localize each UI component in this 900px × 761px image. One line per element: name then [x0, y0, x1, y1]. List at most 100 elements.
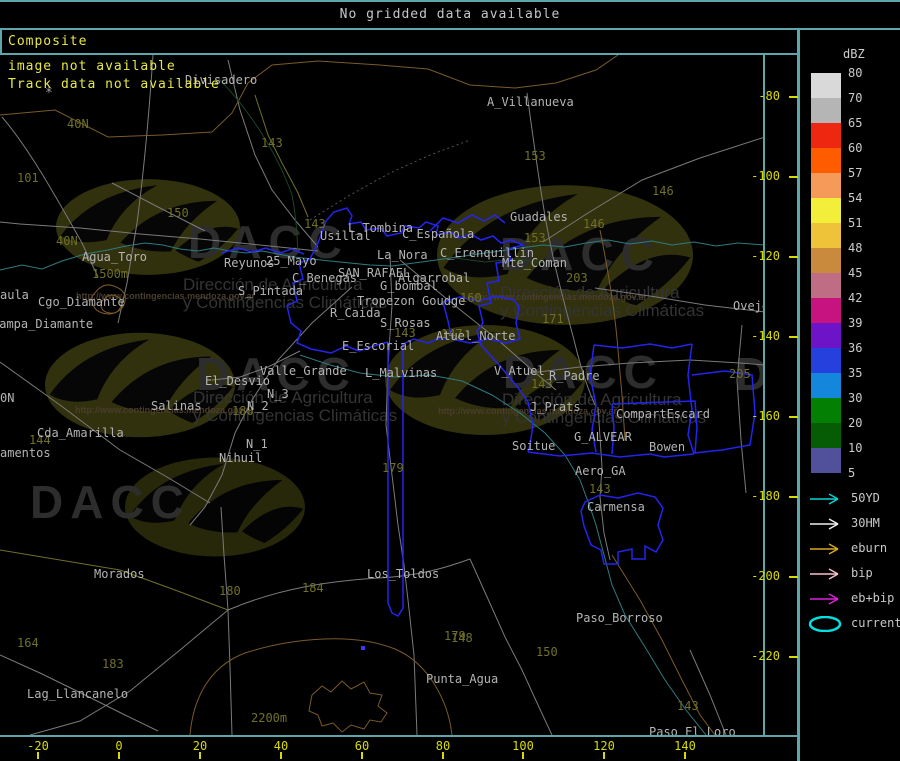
x-axis-tick-label: 0	[115, 739, 123, 753]
frame-under-title	[0, 28, 900, 30]
scale-swatch	[811, 148, 841, 173]
map-place-label: G_ALVEAR	[574, 430, 632, 444]
map-place-label: R_Padre	[549, 369, 600, 383]
map-place-label: C_Española	[402, 227, 475, 241]
map-place-label: Aero_GA	[575, 464, 626, 478]
route-number-label: 179	[382, 461, 404, 475]
map-place-label: Ovejeria	[733, 299, 765, 313]
legend-item-eburn: eburn	[800, 540, 900, 558]
map-place-label: Morados	[94, 567, 145, 581]
track-arrow-icon	[810, 518, 839, 530]
y-axis-tick-label: -220	[751, 649, 780, 663]
y-axis-tick-label: -200	[751, 569, 780, 583]
scale-value-label: 80	[848, 66, 863, 80]
route-number-label: 150	[167, 206, 189, 220]
route-number-label: 2200m	[251, 711, 288, 725]
scale-value-label: 60	[848, 141, 863, 155]
y-axis-tick-label: -80	[758, 89, 780, 103]
scale-swatch	[811, 173, 841, 198]
route-number-label: 153	[524, 231, 546, 245]
map-place-label: Los_Toldos	[367, 567, 440, 581]
map-place-label: N_3	[267, 387, 289, 401]
map-place-label: amentos	[0, 446, 51, 460]
x-axis-tick-label: 120	[593, 739, 615, 753]
map-place-label: 25_Mayo	[266, 254, 317, 268]
route-number-label: 1500m	[92, 267, 129, 281]
y-axis-tick-label: -180	[751, 489, 780, 503]
x-axis-tick-mark	[684, 752, 686, 759]
scale-value-label: 57	[848, 166, 863, 180]
scale-value-label: 51	[848, 216, 863, 230]
status-title-bar: No gridded data available	[0, 2, 900, 28]
map-place-label: Mte_Coman	[502, 256, 568, 270]
map-place-label: Carmensa	[587, 500, 645, 514]
scale-swatch	[811, 223, 841, 248]
route-number-label: 164	[17, 636, 39, 650]
status-title-text: No gridded data available	[339, 7, 561, 22]
scale-sidebar: dBZ 80 70 65 60 57 54 51 48 45 42 39 36 35 30 20 10 5 50Y…	[797, 30, 900, 761]
scale-value-label: 42	[848, 291, 863, 305]
x-axis-tick-label: 20	[192, 739, 208, 753]
scale-swatch	[811, 348, 841, 373]
map-place-label: Cda_Amarilla	[37, 426, 124, 440]
legend-item-50YD: 50YD	[800, 490, 900, 508]
legend-label: bip	[851, 566, 873, 580]
scale-swatch	[811, 98, 841, 123]
y-axis-tick-mark	[789, 96, 798, 98]
roads-gray	[0, 55, 765, 735]
y-axis-tick-mark	[789, 416, 798, 418]
route-number-label: 40N	[67, 117, 89, 131]
map-place-label: Agua_Toro	[82, 250, 148, 264]
x-axis-tick-label: 60	[354, 739, 370, 753]
scale-value-label: 54	[848, 191, 863, 205]
route-number-label: 150	[536, 645, 558, 659]
map-place-label: El_Desvio	[205, 374, 271, 388]
route-number-label: 148	[451, 631, 473, 645]
scale-value-label: 48	[848, 241, 863, 255]
scale-value-label: 30	[848, 391, 863, 405]
y-axis-tick-label: -160	[751, 409, 780, 423]
scale-swatch	[811, 448, 841, 473]
route-number-label: 180	[219, 584, 241, 598]
y-axis-tick-mark	[789, 256, 798, 258]
route-number-label: 153	[524, 149, 546, 163]
x-axis: -20 0 20 40 60 80 100 120 140	[0, 737, 797, 761]
radar-app-window: No gridded data available Composite imag…	[0, 0, 900, 761]
track-arrow-icon	[810, 493, 839, 505]
map-place-label: Paso_Borroso	[576, 611, 663, 625]
track-arrow-icon	[810, 543, 839, 555]
x-axis-tick-mark	[199, 752, 201, 759]
map-place-label: L_Malvinas	[365, 366, 438, 380]
scale-value-label: 5	[848, 466, 856, 480]
map-place-label: G_bombal	[380, 279, 438, 293]
track-not-available-message: Track data not available	[8, 77, 220, 92]
scale-swatch	[811, 248, 841, 273]
route-number-label: 203	[566, 271, 588, 285]
scale-swatch	[811, 423, 841, 448]
roads-tan	[0, 55, 716, 735]
legend-label: current	[851, 616, 900, 630]
map-place-label: Bowen	[649, 440, 686, 454]
mode-label[interactable]: Composite	[8, 34, 87, 49]
x-axis-tick-mark	[118, 752, 120, 759]
y-axis-tick-label: -100	[751, 169, 780, 183]
scale-swatch	[811, 73, 841, 98]
route-number-label: 40N	[56, 234, 78, 248]
x-axis-tick-mark	[37, 752, 39, 759]
map-place-label: Paso El_Loro	[649, 725, 736, 735]
map-area[interactable]: image not available Track data not avail…	[0, 55, 765, 735]
track-arrow-icon	[810, 593, 839, 605]
scale-value-label: 36	[848, 341, 863, 355]
route-number-label: 101	[17, 171, 39, 185]
x-axis-tick-label: 80	[435, 739, 451, 753]
map-place-label: aula	[0, 288, 29, 302]
legend-item-ebbip: eb+bip	[800, 590, 900, 608]
scale-value-label: 20	[848, 416, 863, 430]
map-place-label: S_Pintada	[238, 284, 304, 298]
scale-swatch	[811, 273, 841, 298]
y-axis-tick-mark	[789, 496, 798, 498]
x-axis-tick-mark	[522, 752, 524, 759]
legend-label: eburn	[851, 541, 888, 555]
map-lines-layer	[0, 55, 765, 735]
scale-value-label: 35	[848, 366, 863, 380]
